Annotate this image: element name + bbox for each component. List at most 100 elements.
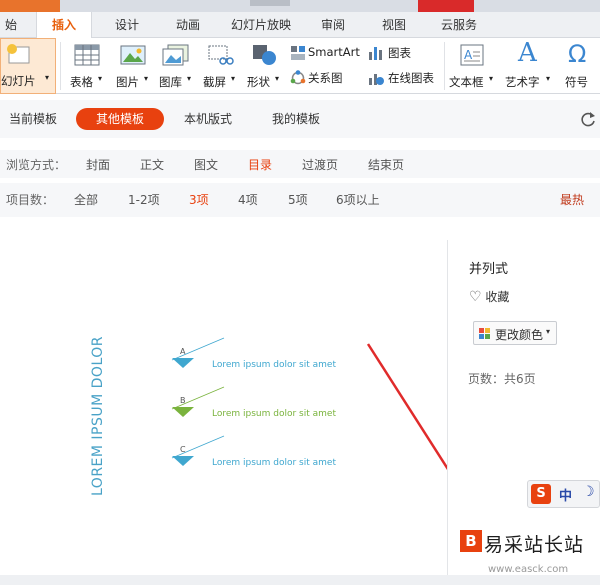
smartart-button[interactable]: SmartArt xyxy=(290,43,364,63)
textbox-label: 文本框 xyxy=(449,75,484,89)
chart-button[interactable]: 图表 xyxy=(368,43,418,63)
picture-label: 图片 xyxy=(116,75,139,89)
svg-text:A: A xyxy=(464,48,473,62)
tab-current-template[interactable]: 当前模板 xyxy=(4,108,62,130)
wordart-icon: A xyxy=(518,38,537,68)
relation-icon xyxy=(290,70,306,85)
relation-button[interactable]: 关系图 xyxy=(290,68,350,88)
chevron-down-icon: ▾ xyxy=(546,327,551,336)
table-icon xyxy=(74,44,100,66)
change-color-button[interactable]: 更改颜色 ▾ xyxy=(473,321,557,345)
filter-toc[interactable]: 目录 xyxy=(248,156,272,173)
item-letter: A xyxy=(180,347,186,356)
refresh-icon[interactable] xyxy=(579,110,597,128)
account-badge[interactable] xyxy=(418,0,474,12)
slide-sun-icon xyxy=(7,44,30,64)
new-slide-button[interactable]: 幻灯片 ▾ xyxy=(0,38,56,94)
change-color-label: 更改颜色 xyxy=(495,328,544,342)
table-label: 表格 xyxy=(70,75,93,89)
chevron-down-icon: ▾ xyxy=(231,74,236,83)
title-fragment xyxy=(250,0,290,6)
tab-home[interactable]: 始 xyxy=(0,12,22,38)
count-filter: 项目数： 全部 1-2项 3项 4项 5项 6项以上 最热 xyxy=(0,183,600,217)
symbol-button[interactable]: Ω 符号 xyxy=(560,38,600,94)
chevron-down-icon: ▾ xyxy=(144,74,149,83)
online-chart-label: 在线图表 xyxy=(388,71,434,85)
scissors-icon xyxy=(208,45,234,65)
ime-mode[interactable]: 中 xyxy=(559,485,572,504)
table-button[interactable]: 表格 ▾ xyxy=(66,38,110,94)
chevron-down-icon: ▾ xyxy=(489,74,494,83)
textbox-icon: A xyxy=(460,44,484,66)
preview-vertical-title: LOREM IPSUM DOLOR xyxy=(90,335,106,496)
sort-hot[interactable]: 最热 xyxy=(560,191,584,208)
browse-label: 浏览方式： xyxy=(6,158,67,172)
item-letter: B xyxy=(180,396,186,405)
count-6-plus[interactable]: 6项以上 xyxy=(336,191,380,208)
status-strip xyxy=(0,575,600,585)
count-4[interactable]: 4项 xyxy=(238,191,258,208)
relation-label: 关系图 xyxy=(308,71,343,85)
chevron-down-icon: ▾ xyxy=(546,74,551,83)
filter-cover[interactable]: 封面 xyxy=(86,156,110,173)
template-name: 并列式 xyxy=(469,262,509,277)
wordart-button[interactable]: A 艺术字 ▾ xyxy=(502,38,556,94)
chevron-down-icon: ▾ xyxy=(98,74,103,83)
tab-local-layout[interactable]: 本机版式 xyxy=(178,108,238,130)
count-3[interactable]: 3项 xyxy=(189,191,209,208)
filter-ending[interactable]: 结束页 xyxy=(368,156,404,173)
watermark-logo-icon: B xyxy=(460,530,482,552)
shape-label: 形状 xyxy=(247,75,270,89)
chevron-down-icon: ▾ xyxy=(45,73,50,82)
ime-toolbar[interactable]: S 中 ☽ xyxy=(527,480,600,508)
chevron-down-icon: ▾ xyxy=(275,74,280,83)
ribbon-separator xyxy=(60,42,61,90)
omega-icon: Ω xyxy=(568,40,587,68)
tab-slideshow[interactable]: 幻灯片放映 xyxy=(226,12,296,38)
count-1-2[interactable]: 1-2项 xyxy=(128,191,160,208)
tab-other-template[interactable]: 其他模板 xyxy=(76,108,164,130)
online-chart-button[interactable]: 在线图表 xyxy=(368,68,440,88)
bar-chart-icon xyxy=(369,47,382,60)
moon-icon[interactable]: ☽ xyxy=(582,484,595,500)
tab-insert[interactable]: 插入 xyxy=(36,12,92,39)
tab-view[interactable]: 视图 xyxy=(370,12,418,38)
filter-image-text[interactable]: 图文 xyxy=(194,156,218,173)
title-bar xyxy=(0,0,600,12)
favorite-button[interactable]: ♡ 收藏 xyxy=(469,288,509,305)
item-text: Lorem ipsum dolor sit amet xyxy=(212,409,336,419)
tab-design[interactable]: 设计 xyxy=(104,12,150,38)
gallery-button[interactable]: 图库 ▾ xyxy=(156,38,198,94)
item-text: Lorem ipsum dolor sit amet xyxy=(212,458,336,468)
tab-animation[interactable]: 动画 xyxy=(164,12,212,38)
color-grid-icon xyxy=(479,328,490,339)
online-chart-icon xyxy=(369,74,384,85)
page-count: 页数：共6页 xyxy=(468,372,536,386)
picture-icon xyxy=(120,45,146,65)
template-tabs: 当前模板 其他模板 本机版式 我的模板 xyxy=(0,100,600,138)
tab-cloud[interactable]: 云服务 xyxy=(432,12,486,38)
gallery-icon xyxy=(162,44,189,66)
picture-button[interactable]: 图片 ▾ xyxy=(112,38,154,94)
sogou-logo-icon: S xyxy=(531,484,551,504)
shape-icon xyxy=(253,45,276,65)
tab-my-template[interactable]: 我的模板 xyxy=(266,108,326,130)
smartart-icon xyxy=(291,46,305,60)
tab-review[interactable]: 审阅 xyxy=(310,12,356,38)
filter-transition[interactable]: 过渡页 xyxy=(302,156,338,173)
new-slide-label: 幻灯片 xyxy=(1,74,36,88)
watermark-url: www.easck.com xyxy=(488,564,569,575)
item-text: Lorem ipsum dolor sit amet xyxy=(212,360,336,370)
symbol-label: 符号 xyxy=(565,75,588,89)
ribbon-toolbar: 幻灯片 ▾ 表格 ▾ 图片 ▾ 图库 ▾ 截屏 ▾ 形状 ▾ SmartArt … xyxy=(0,38,600,94)
count-5[interactable]: 5项 xyxy=(288,191,308,208)
textbox-button[interactable]: A 文本框 ▾ xyxy=(446,38,498,94)
heart-icon: ♡ xyxy=(469,289,482,305)
favorite-label: 收藏 xyxy=(485,290,510,304)
filter-body[interactable]: 正文 xyxy=(140,156,164,173)
screenshot-button[interactable]: 截屏 ▾ xyxy=(200,38,242,94)
screenshot-label: 截屏 xyxy=(203,75,226,89)
count-all[interactable]: 全部 xyxy=(74,191,98,208)
shape-button[interactable]: 形状 ▾ xyxy=(244,38,286,94)
ribbon-separator xyxy=(444,42,445,90)
